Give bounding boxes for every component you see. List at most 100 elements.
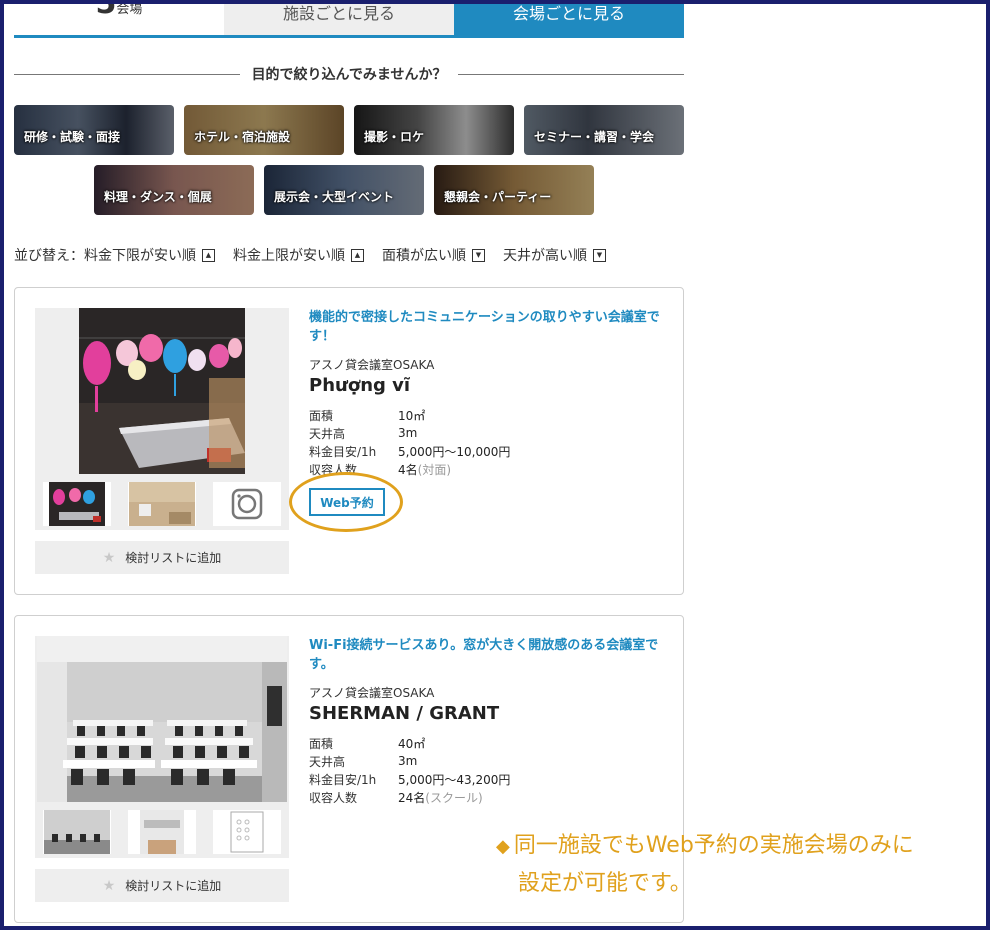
thumbnail-image — [49, 482, 106, 526]
callout-line-1: ◆ 同一施設でもWeb予約の実施会場のみに — [496, 827, 966, 865]
spec-value: 10㎡ — [398, 408, 426, 423]
spec-capacity: 収容人数 4名 (対面) — [309, 460, 669, 478]
category-photo-shoot[interactable]: 撮影・ロケ — [354, 105, 514, 155]
sort-down-icon: ▼ — [472, 248, 485, 262]
category-label: 料理・ダンス・個展 — [104, 190, 212, 204]
sort-area-desc[interactable]: 面積が広い順 ▼ — [382, 245, 485, 265]
thumbnail[interactable] — [127, 482, 196, 526]
callout-text-2: 設定が可能です。 — [518, 871, 692, 896]
spec-area: 面積 40㎡ — [309, 734, 669, 752]
spec-note: (スクール) — [425, 790, 483, 805]
category-training[interactable]: 研修・試験・面接 — [14, 105, 174, 155]
thumbnail[interactable] — [43, 810, 112, 854]
venue-name[interactable]: SHERMAN / GRANT — [309, 703, 669, 724]
tab-by-venue[interactable]: 会場ごとに見る — [454, 0, 684, 35]
purpose-heading-text: 目的で絞り込んでみませんか？ — [251, 67, 447, 83]
spec-label: 面積 — [309, 408, 334, 423]
spec-label: 天井高 — [309, 754, 346, 769]
venue-photo-area — [35, 308, 289, 530]
category-cooking-dance[interactable]: 料理・ダンス・個展 — [94, 165, 254, 215]
category-label: 研修・試験・面接 — [24, 130, 121, 144]
venue-info: 機能的で密接したコミュニケーションの取りやすい会議室です！ アスノ貸会議室OSA… — [309, 308, 669, 478]
heading-rule-right — [458, 73, 685, 75]
spec-value: 5,000円～43,200円 — [398, 772, 511, 787]
sort-ceiling-desc[interactable]: 天井が高い順 ▼ — [503, 245, 606, 265]
add-to-list-button[interactable]: ★ 検討リストに追加 — [35, 541, 289, 574]
spec-ceiling: 天井高 3m — [309, 752, 669, 770]
sort-up-icon: ▲ — [202, 248, 215, 262]
spec-capacity: 収容人数 24名 (スクール) — [309, 788, 669, 806]
result-count-number: 5 — [95, 0, 117, 21]
sort-prefix: 並び替え： — [14, 248, 84, 264]
web-reservation-button[interactable]: Web予約 — [309, 488, 385, 516]
sort-label: 料金上限が安い順 — [233, 248, 345, 264]
category-label: 撮影・ロケ — [364, 130, 425, 144]
result-count: 5会場 — [14, 0, 224, 36]
thumbnail-image — [128, 482, 195, 526]
thumbnail[interactable] — [43, 482, 112, 526]
spec-note: (対面) — [417, 462, 452, 477]
thumbnail[interactable] — [212, 482, 281, 526]
sort-price-max-asc[interactable]: 料金上限が安い順 ▲ — [233, 245, 364, 265]
sort-up-icon: ▲ — [351, 248, 364, 262]
spec-price: 料金目安/1h 5,000円～43,200円 — [309, 770, 669, 788]
category-exhibition[interactable]: 展示会・大型イベント — [264, 165, 424, 215]
annotation-callout: ◆ 同一施設でもWeb予約の実施会場のみに 設定が可能です。 — [496, 827, 966, 902]
sort-label: 天井が高い順 — [503, 248, 587, 264]
thumbnail[interactable] — [212, 810, 281, 854]
sort-label: 面積が広い順 — [382, 248, 466, 264]
spec-value: 24名 — [398, 790, 426, 805]
thumbnail[interactable] — [127, 810, 196, 854]
result-topbar: 5会場 施設ごとに見る 会場ごとに見る — [14, 0, 684, 38]
venue-card: ★ 検討リストに追加 機能的で密接したコミュニケーションの取りやすい会議室です！… — [14, 287, 684, 595]
spec-ceiling: 天井高 3m — [309, 424, 669, 442]
floor-plan-icon — [230, 811, 264, 853]
category-label: セミナー・講習・学会 — [534, 130, 655, 144]
venue-name[interactable]: Phượng vĩ — [309, 375, 669, 396]
venue-photo-area — [35, 636, 289, 858]
star-icon: ★ — [102, 877, 116, 894]
venue-main-photo[interactable] — [79, 308, 245, 474]
venue-specs: 面積 10㎡ 天井高 3m 料金目安/1h 5,000円～10,000円 収容人数 4名… — [309, 406, 669, 478]
spec-label: 天井高 — [309, 426, 346, 441]
purpose-heading: 目的で絞り込んでみませんか？ — [14, 64, 685, 84]
category-party[interactable]: 懇親会・パーティー — [434, 165, 594, 215]
thumbnail-image — [139, 810, 184, 854]
spec-value: 3m — [398, 754, 418, 768]
add-to-list-button[interactable]: ★ 検討リストに追加 — [35, 869, 289, 902]
diamond-icon: ◆ — [496, 836, 510, 857]
thumbnail-image — [44, 810, 111, 854]
add-to-list-label: 検討リストに追加 — [125, 879, 222, 893]
venue-specs: 面積 40㎡ 天井高 3m 料金目安/1h 5,000円～43,200円 収容人数 24… — [309, 734, 669, 806]
category-label: 展示会・大型イベント — [274, 190, 395, 204]
sort-bar: 並び替え： 料金下限が安い順 ▲ 料金上限が安い順 ▲ 面積が広い順 ▼ 天井が高い順… — [14, 245, 624, 265]
venue-catchphrase[interactable]: 機能的で密接したコミュニケーションの取りやすい会議室です！ — [309, 308, 669, 346]
venue-info: Wi-Fi接続サービスあり。窓が大きく開放感のある会議室です。 アスノ貸会議室O… — [309, 636, 669, 806]
sort-down-icon: ▼ — [593, 248, 606, 262]
category-label: ホテル・宿泊施設 — [194, 130, 291, 144]
spec-label: 収容人数 — [309, 462, 358, 477]
thumbnail-strip — [35, 806, 289, 858]
spec-price: 料金目安/1h 5,000円～10,000円 — [309, 442, 669, 460]
category-label: 懇親会・パーティー — [444, 190, 552, 204]
camera-placeholder-icon — [231, 488, 262, 520]
heading-rule-left — [14, 73, 240, 75]
facility-name: アスノ貸会議室OSAKA — [309, 358, 435, 372]
venue-main-photo[interactable] — [37, 636, 287, 802]
spec-value: 3m — [398, 426, 418, 440]
tab-by-facility[interactable]: 施設ごとに見る — [224, 0, 454, 35]
sort-price-min-asc[interactable]: 料金下限が安い順 ▲ — [84, 245, 215, 265]
spec-value: 5,000円～10,000円 — [398, 444, 511, 459]
category-seminar[interactable]: セミナー・講習・学会 — [524, 105, 684, 155]
spec-area: 面積 10㎡ — [309, 406, 669, 424]
venue-catchphrase[interactable]: Wi-Fi接続サービスあり。窓が大きく開放感のある会議室です。 — [309, 636, 669, 674]
thumbnail-strip — [35, 478, 289, 530]
spec-label: 収容人数 — [309, 790, 358, 805]
facility-name: アスノ貸会議室OSAKA — [309, 686, 435, 700]
result-count-unit: 会場 — [116, 2, 143, 17]
spec-label: 料金目安/1h — [309, 772, 377, 787]
sort-label: 料金下限が安い順 — [84, 248, 196, 264]
category-hotel[interactable]: ホテル・宿泊施設 — [184, 105, 344, 155]
spec-value: 4名 — [398, 462, 418, 477]
spec-label: 料金目安/1h — [309, 444, 377, 459]
